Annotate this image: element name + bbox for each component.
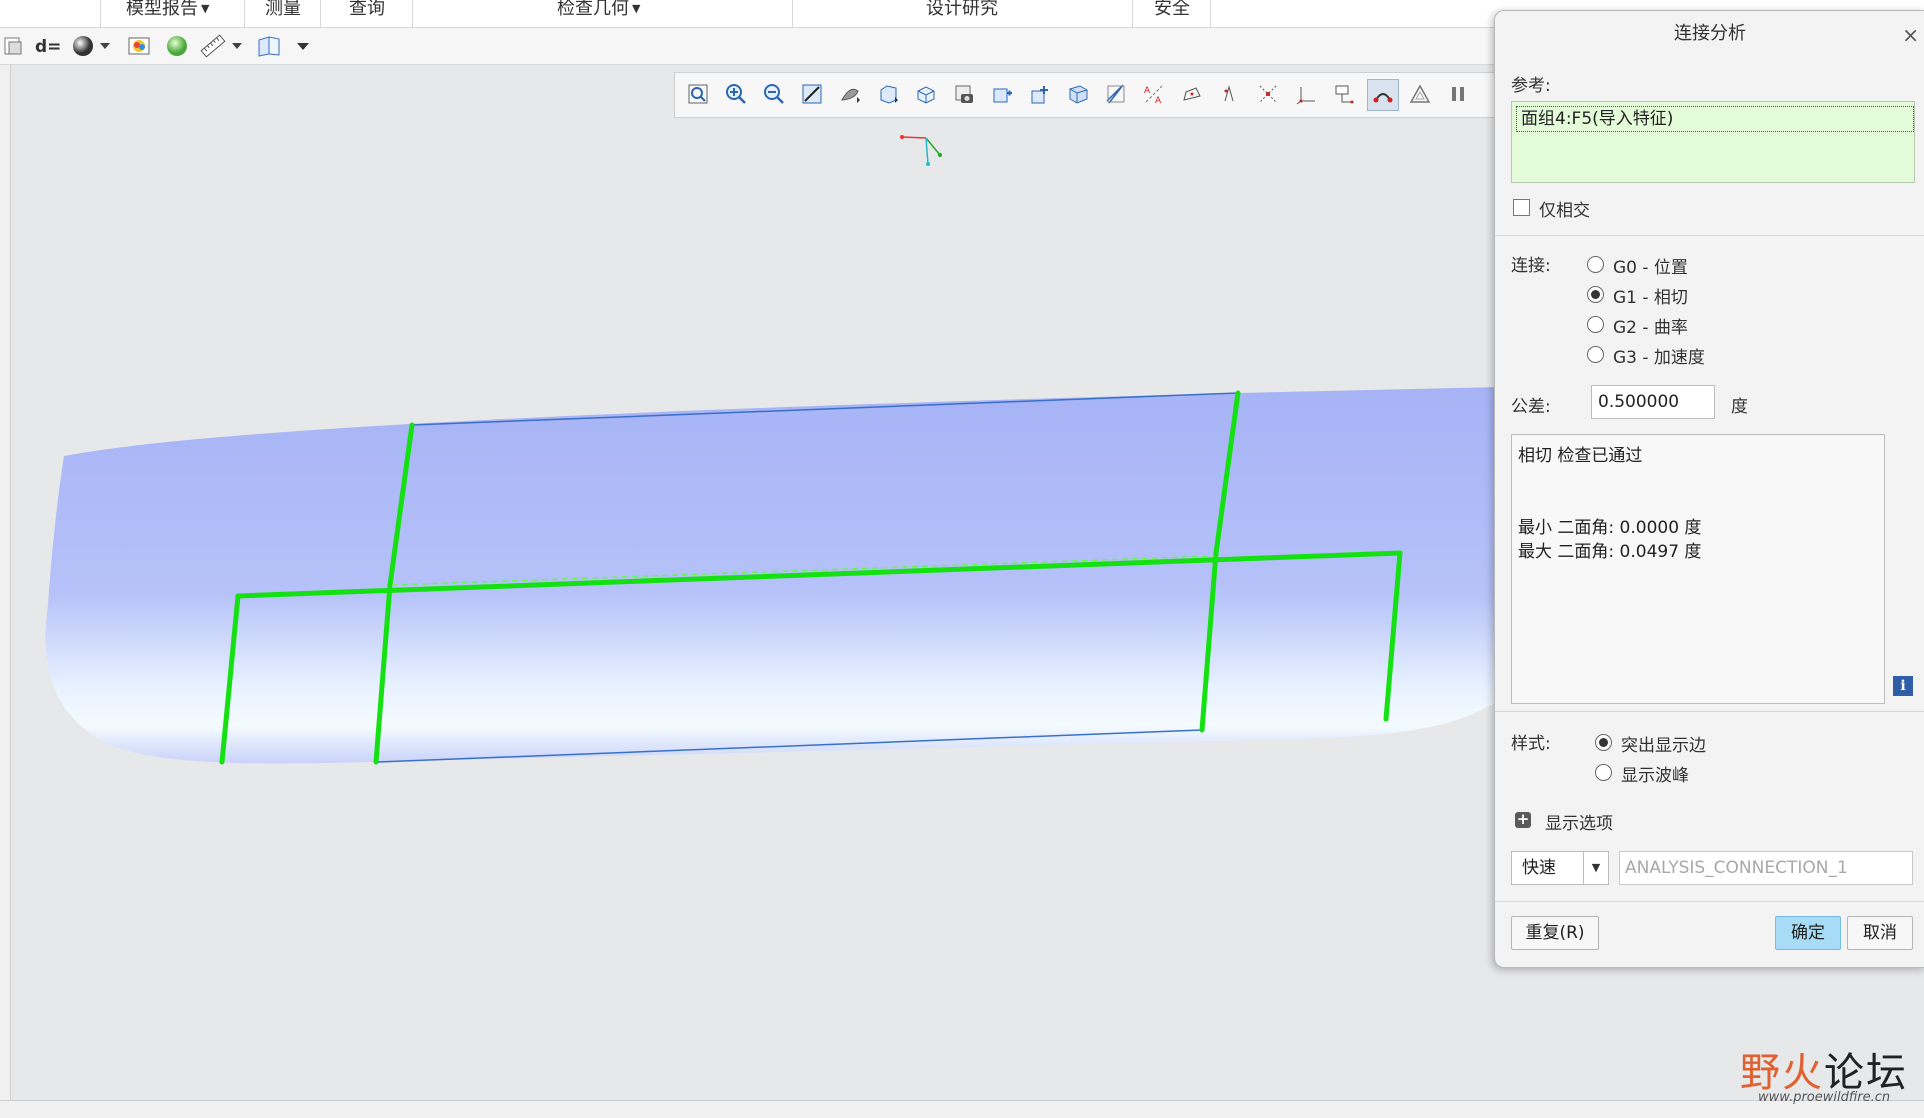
book-icon[interactable] [256,33,282,59]
radio-g0[interactable] [1587,256,1604,273]
radio-g1[interactable] [1587,286,1604,303]
zoom-out-icon[interactable] [759,79,789,109]
result-max-angle: 最大 二面角: 0.0497 度 [1518,542,1702,562]
result-panel: 相切 检查已通过 最小 二面角: 0.0000 度 最大 二面角: 0.0497… [1511,434,1885,704]
menu-model-report-label: 模型报告 [126,0,198,19]
ok-button[interactable]: 确定 [1775,916,1841,950]
connection-icon[interactable] [1367,79,1399,111]
pause-icon[interactable] [1443,79,1473,109]
new-icon[interactable] [0,33,26,59]
menu-design-study[interactable]: 设计研究 [926,0,998,27]
left-panel-edge [0,65,11,1100]
divider [1495,711,1924,712]
display-style-icon[interactable] [873,79,903,109]
perspective-icon[interactable] [1063,79,1093,109]
intersect-only-checkbox[interactable] [1513,199,1530,216]
spin-center-icon[interactable] [1025,79,1055,109]
watermark-logo: 野火论坛 www.proewildfire.cn [1740,1040,1920,1112]
radio-highlight-edges[interactable] [1595,734,1612,751]
reference-collector[interactable]: 面组4:F5(导入特征) [1511,101,1915,183]
annotation-icon[interactable] [1253,79,1283,109]
divider [1495,901,1924,902]
saved-views-icon[interactable] [911,79,941,109]
zoom-in-icon[interactable] [721,79,751,109]
chevron-down-icon: ▼ [632,2,641,15]
svg-text:d=: d= [35,37,60,57]
chevron-down-icon[interactable]: ▼ [1583,852,1608,884]
menu-measure[interactable]: 测量 [265,0,301,27]
result-status: 相切 检查已通过 [1518,446,1643,466]
shading-icon[interactable] [835,79,865,109]
status-bar [0,1100,1924,1118]
more-icon[interactable] [295,33,311,59]
connection-label: 连接: [1511,256,1551,276]
chevron-down-icon[interactable] [98,33,112,59]
close-icon[interactable]: × [1902,23,1919,47]
radio-g3-label: G3 - 加速度 [1613,348,1705,368]
ruler-icon[interactable] [200,33,226,59]
chevron-down-icon[interactable] [230,33,244,59]
menu-check-geometry[interactable]: 检查几何 ▼ [557,0,640,27]
tolerance-label: 公差: [1511,397,1551,417]
info-icon[interactable]: i [1893,676,1913,696]
view-toolbar: AA [674,72,1506,118]
zoom-fit-icon[interactable] [683,79,713,109]
reference-item[interactable]: 面组4:F5(导入特征) [1516,106,1914,132]
chevron-down-icon: ▼ [201,2,210,15]
svg-text:A: A [1144,86,1151,96]
csys-display-icon[interactable] [1215,79,1245,109]
expand-plus-icon[interactable]: + [1515,812,1531,828]
radio-g0-label: G0 - 位置 [1613,258,1688,278]
dialog-title: 连接分析 [1674,23,1746,44]
point-display-icon[interactable] [1177,79,1207,109]
repeat-button[interactable]: 重复(R) [1511,916,1599,950]
view-manager-icon[interactable] [987,79,1017,109]
menu-separator [320,0,321,27]
radio-highlight-edges-label: 突出显示边 [1621,736,1706,756]
csys-tag-icon[interactable] [1291,79,1321,109]
color-map-icon[interactable] [126,33,152,59]
radio-g2-label: G2 - 曲率 [1613,318,1688,338]
divider [1495,235,1924,236]
menu-separator [1210,0,1211,27]
coordinate-triad-icon [900,135,942,166]
menu-check-geometry-label: 检查几何 [557,0,629,19]
display-options-label[interactable]: 显示选项 [1545,809,1613,834]
menu-separator [244,0,245,27]
intersect-only-label: 仅相交 [1539,201,1590,221]
analysis-name-field[interactable]: ANALYSIS_CONNECTION_1 [1619,851,1913,885]
triangle-icon[interactable] [1405,79,1435,109]
menu-query[interactable]: 查询 [349,0,385,27]
radio-g1-label: G1 - 相切 [1613,288,1688,308]
dimension-icon[interactable]: d= [34,33,60,59]
analysis-mode-value: 快速 [1522,858,1556,878]
menu-security[interactable]: 安全 [1154,0,1190,27]
radio-g2[interactable] [1587,316,1604,333]
radio-show-peaks-label: 显示波峰 [1621,766,1689,786]
style-label: 样式: [1511,734,1551,754]
axis-display-icon[interactable]: AA [1139,79,1169,109]
menu-model-report[interactable]: 模型报告 ▼ [126,0,209,27]
result-min-angle: 最小 二面角: 0.0000 度 [1518,518,1702,538]
reference-label: 参考: [1511,76,1551,96]
cancel-button[interactable]: 取消 [1847,916,1913,950]
tolerance-input[interactable]: 0.500000 [1591,385,1715,419]
menu-separator [1132,0,1133,27]
menu-separator [412,0,413,27]
svg-text:A: A [1155,96,1162,105]
annotation-display-icon[interactable] [1329,79,1359,109]
menu-separator [792,0,793,27]
watermark-url: www.proewildfire.cn [1758,1090,1891,1105]
green-sphere-icon[interactable] [164,33,190,59]
camera-icon[interactable] [949,79,979,109]
plane-display-icon[interactable] [1101,79,1131,109]
sphere-icon[interactable] [70,33,96,59]
tolerance-unit: 度 [1731,397,1748,417]
radio-show-peaks[interactable] [1595,764,1612,781]
repaint-icon[interactable] [797,79,827,109]
menu-separator [100,0,101,27]
connection-analysis-dialog: 连接分析 × 参考: 面组4:F5(导入特征) 仅相交 连接: G0 - 位置 … [1494,10,1924,968]
radio-g3[interactable] [1587,346,1604,363]
analysis-mode-select[interactable]: 快速 ▼ [1511,851,1609,885]
